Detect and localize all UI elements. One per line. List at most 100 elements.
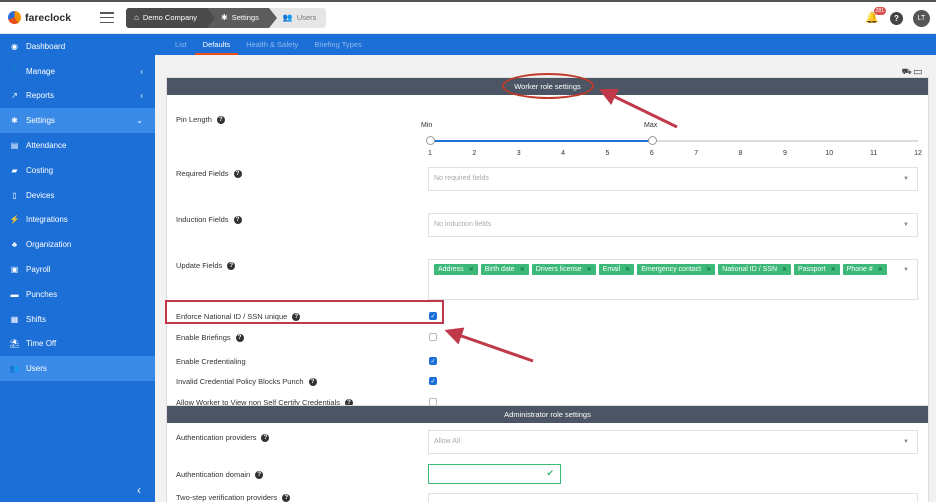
hamburger-menu-icon[interactable] xyxy=(100,12,114,23)
app-name: fareclock xyxy=(25,11,72,24)
sidebar-item-settings[interactable]: ✱ Settings ⌄ xyxy=(0,108,155,134)
sub-tabs: List Defaults Health & Safety Briefing T… xyxy=(155,34,936,55)
breadcrumb-users[interactable]: 👥 Users xyxy=(268,7,327,28)
slider-max-label: Max xyxy=(644,122,658,129)
tab-briefing-types[interactable]: Briefing Types xyxy=(306,40,369,55)
enable-briefings-label: Enable Briefings? xyxy=(176,333,244,342)
slider-tick-label: 6 xyxy=(649,150,654,157)
close-icon[interactable]: ✕ xyxy=(625,267,630,273)
required-fields-select[interactable]: No required fields ▼ xyxy=(428,167,918,191)
notification-bell-icon[interactable]: 🔔 281 xyxy=(864,6,886,27)
sidebar-collapse-button[interactable]: ‹ xyxy=(0,478,155,502)
close-icon[interactable]: ✕ xyxy=(831,267,836,273)
plug-icon: ⚡ xyxy=(9,215,20,225)
induction-fields-select[interactable]: No induction fields ▼ xyxy=(428,213,918,237)
sidebar-item-manage[interactable]: 👤 Manage ‹ xyxy=(0,59,155,84)
two-step-label: Two-step verification providers? xyxy=(176,493,291,502)
annotation-box xyxy=(165,300,444,324)
help-icon[interactable]: ? xyxy=(890,12,903,25)
slider-tick-label: 1 xyxy=(428,150,432,157)
tag-address[interactable]: Address ✕ xyxy=(434,264,478,275)
card-icon[interactable]: ▭ xyxy=(914,67,924,76)
sidebar-item-time-off[interactable]: ⛱ Time Off xyxy=(0,332,155,357)
slider-tick-label: 11 xyxy=(869,150,878,157)
gear-icon: ✱ xyxy=(11,116,18,126)
breadcrumb-company[interactable]: ⌂ Demo Company xyxy=(126,7,216,28)
top-bar: fareclock ⌂ Demo Company ✱ Settings 👥 Users… xyxy=(0,0,936,34)
close-icon[interactable]: ✕ xyxy=(587,267,592,273)
slider-max-handle[interactable] xyxy=(647,136,657,145)
tag-birth-date[interactable]: Birth date ✕ xyxy=(480,264,529,275)
update-fields-select[interactable]: Address ✕ Birth date ✕ Drivers license ✕ Email… xyxy=(428,259,918,300)
help-icon[interactable]: ? xyxy=(227,261,236,270)
avatar[interactable]: LT xyxy=(913,10,930,27)
worker-role-settings-card: Worker role settings Pin Length? Min Max… xyxy=(166,77,929,407)
tab-defaults[interactable]: Defaults xyxy=(194,40,239,55)
auth-providers-label: Authentication providers? xyxy=(176,433,270,442)
breadcrumb-settings[interactable]: ✱ Settings xyxy=(207,7,277,28)
dashboard-icon: ◉ xyxy=(11,41,18,51)
enable-briefings-checkbox[interactable] xyxy=(429,333,437,341)
auth-domain-input[interactable]: ✔ xyxy=(428,464,561,484)
invalid-credential-label: Invalid Credential Policy Blocks Punch? xyxy=(176,377,317,386)
admin-role-settings-card: Administrator role settings Authenticati… xyxy=(166,405,929,502)
person-icon: 👤 xyxy=(9,66,20,76)
tab-health-safety[interactable]: Health & Safety xyxy=(238,40,306,55)
pin-length-slider[interactable] xyxy=(426,136,918,145)
help-icon[interactable]: ? xyxy=(255,470,264,479)
help-icon[interactable]: ? xyxy=(282,493,291,502)
sidebar-item-dashboard[interactable]: ◉ Dashboard xyxy=(0,34,155,59)
sidebar-item-devices[interactable]: ▯ Devices xyxy=(0,183,155,208)
app-logo[interactable]: fareclock xyxy=(8,11,90,24)
help-icon[interactable]: ? xyxy=(233,169,242,178)
sidebar-item-payroll[interactable]: ▣ Payroll xyxy=(0,257,155,282)
sidebar-item-reports[interactable]: ↗ Reports ‹ xyxy=(0,84,155,109)
truck-icon[interactable]: ⛟ xyxy=(902,67,914,76)
chevron-left-icon: ‹ xyxy=(140,66,143,76)
slider-tick-label: 10 xyxy=(825,150,834,157)
invalid-credential-checkbox[interactable]: ✓ xyxy=(429,377,437,385)
enable-credentialing-checkbox[interactable]: ✓ xyxy=(429,357,437,365)
sidebar-item-users[interactable]: 👥 Users xyxy=(0,356,155,382)
two-step-select[interactable] xyxy=(428,493,918,502)
tag-passport[interactable]: Passport ✕ xyxy=(794,264,840,275)
home-icon: ⌂ xyxy=(134,13,139,22)
tab-list[interactable]: List xyxy=(167,40,195,55)
close-icon[interactable]: ✕ xyxy=(706,267,711,273)
slider-tick-label: 2 xyxy=(472,150,477,157)
auth-providers-select[interactable]: Allow All ▼ xyxy=(428,430,918,454)
tag-email[interactable]: Email ✕ xyxy=(598,264,635,275)
check-icon: ✔ xyxy=(546,468,554,478)
sidebar-item-costing[interactable]: ▰ Costing xyxy=(0,158,155,183)
tag-emergency-contact[interactable]: Emergency contact ✕ xyxy=(637,264,716,275)
fareclock-logo-icon xyxy=(8,11,21,24)
help-icon[interactable]: ? xyxy=(233,215,242,224)
gear-icon: ✱ xyxy=(221,13,228,22)
close-icon[interactable]: ✕ xyxy=(878,267,883,273)
help-icon[interactable]: ? xyxy=(235,333,244,342)
slider-min-handle[interactable] xyxy=(426,136,435,145)
chevron-down-icon: ▼ xyxy=(903,439,909,445)
close-icon[interactable]: ✕ xyxy=(782,267,787,273)
sidebar-item-attendance[interactable]: ▤ Attendance xyxy=(0,133,155,158)
slider-tick-label: 7 xyxy=(694,150,699,157)
chevron-down-icon: ▼ xyxy=(903,222,909,228)
sidebar-item-organization[interactable]: ♣ Organization xyxy=(0,232,155,257)
sidebar-item-shifts[interactable]: ▦ Shifts xyxy=(0,307,155,332)
users-icon: 👥 xyxy=(9,364,20,374)
close-icon[interactable]: ✕ xyxy=(520,267,525,273)
tag-phone[interactable]: Phone # ✕ xyxy=(842,264,887,275)
help-icon[interactable]: ? xyxy=(308,377,317,386)
sidebar-item-punches[interactable]: ▬ Punches xyxy=(0,282,155,307)
sidebar-item-integrations[interactable]: ⚡ Integrations xyxy=(0,208,155,233)
tag-drivers-license[interactable]: Drivers license ✕ xyxy=(531,264,596,275)
users-icon: 👥 xyxy=(282,13,293,22)
slider-tick-label: 9 xyxy=(782,150,787,157)
tag-national-id[interactable]: National ID / SSN ✕ xyxy=(718,264,792,275)
help-icon[interactable]: ? xyxy=(261,433,270,442)
help-icon[interactable]: ? xyxy=(216,115,225,124)
slider-tick-label: 4 xyxy=(561,150,566,157)
slider-tick-label: 12 xyxy=(914,150,922,157)
close-icon[interactable]: ✕ xyxy=(469,267,474,273)
pin-length-label: Pin Length? xyxy=(176,115,225,124)
